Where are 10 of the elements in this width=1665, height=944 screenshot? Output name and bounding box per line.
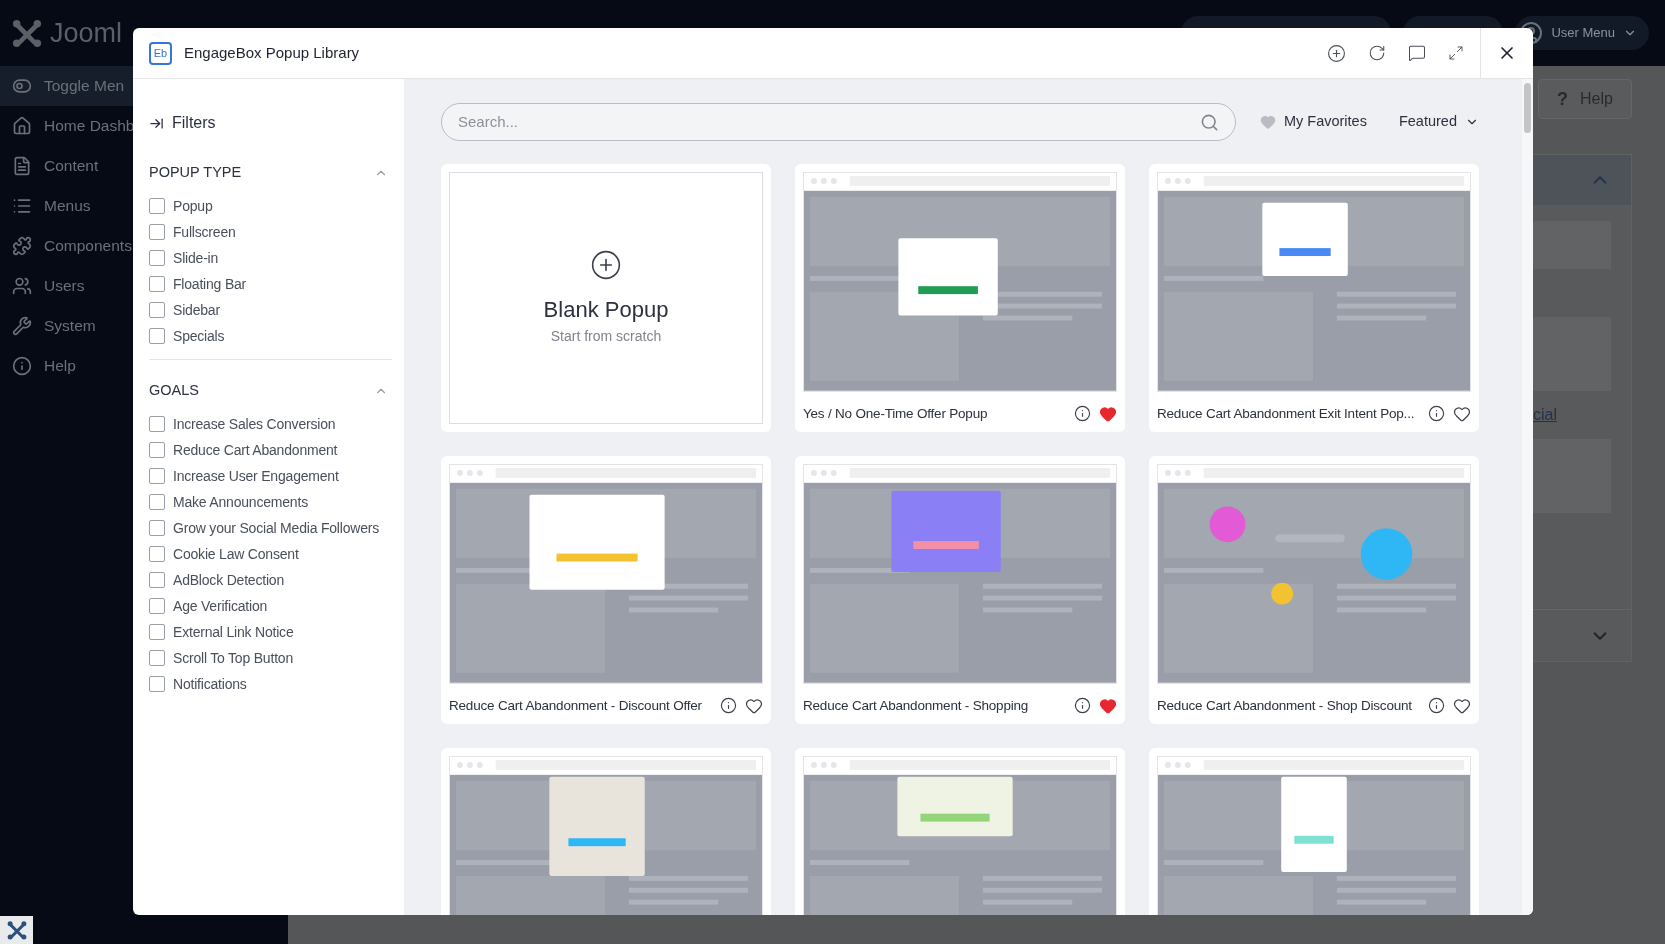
app-logo: Eb [149,41,172,65]
card-title: Reduce Cart Abandonment Exit Intent Pop... [1157,404,1416,423]
card-title: Blank Popup [543,296,669,324]
card-title: Yes / No One-Time Offer Popup [803,404,989,423]
modal-title: EngageBox Popup Library [184,42,360,63]
card-title: Reduce Cart Abandonment - Shopping [803,696,1030,715]
card-subtitle: Start from scratch [550,327,662,346]
card-title: Reduce Cart Abandonment - Shop Discount [1157,696,1413,715]
logo-text: Jooml [50,16,123,50]
card-title: Reduce Cart Abandonment - Discount Offer [449,696,703,715]
